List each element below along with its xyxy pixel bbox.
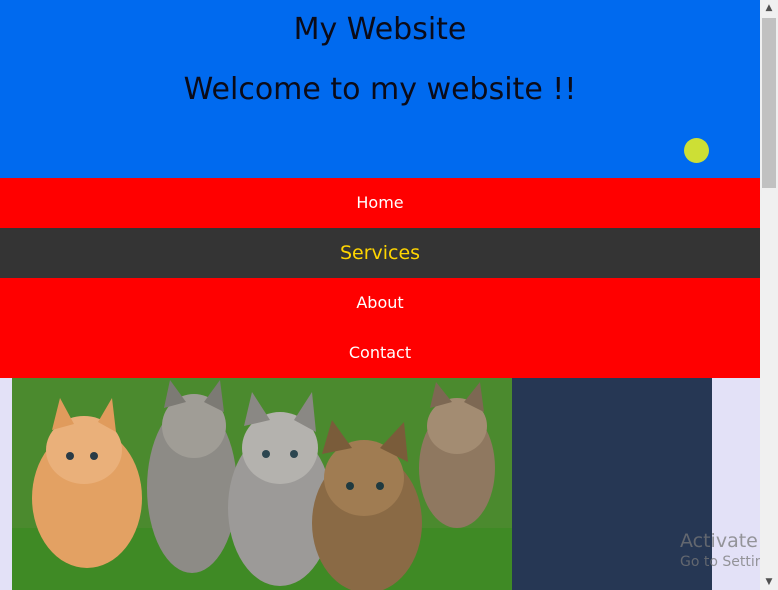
welcome-heading: Welcome to my website !! xyxy=(183,72,577,107)
site-title: My Website xyxy=(293,12,467,47)
main-navigation: Home Services About Contact xyxy=(0,178,760,378)
scroll-up-icon[interactable]: ▲ xyxy=(760,0,778,16)
site-header: My Website Welcome to my website !! xyxy=(0,0,760,178)
nav-item-label: Services xyxy=(339,242,421,264)
nav-item-label: Home xyxy=(356,193,404,212)
kittens-photo xyxy=(12,378,512,590)
nav-item-home[interactable]: Home xyxy=(0,178,760,228)
nav-item-services[interactable]: Services xyxy=(0,228,760,278)
nav-item-label: Contact xyxy=(348,343,412,362)
page: My Website Welcome to my website !! Home… xyxy=(0,0,778,590)
scroll-down-icon[interactable]: ▼ xyxy=(760,574,778,590)
circle-indicator xyxy=(684,138,709,163)
nav-item-label: About xyxy=(356,293,404,312)
kittens-illustration xyxy=(12,378,512,590)
scrollbar-thumb[interactable] xyxy=(762,18,776,188)
nav-item-contact[interactable]: Contact xyxy=(0,328,760,378)
nav-item-about[interactable]: About xyxy=(0,278,760,328)
